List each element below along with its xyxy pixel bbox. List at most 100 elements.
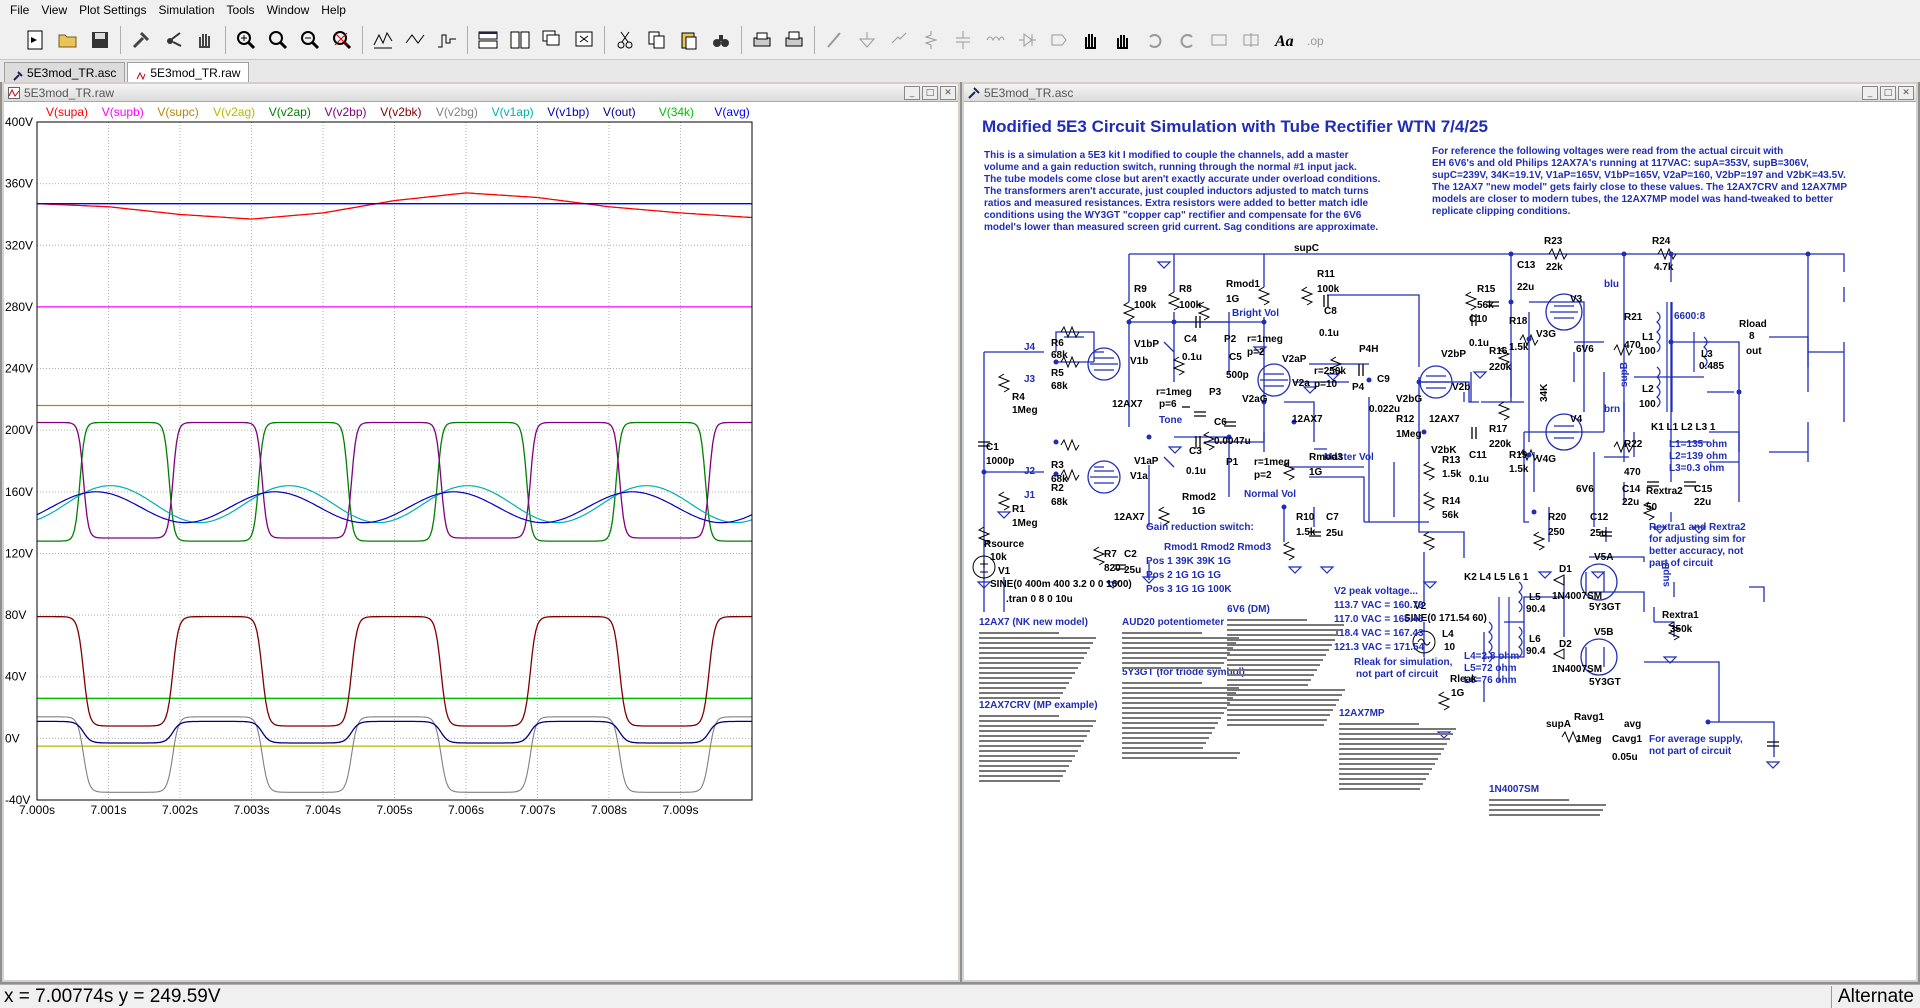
zoom-area-icon[interactable] [264, 26, 292, 54]
legend-entry[interactable]: V(supb) [102, 105, 144, 119]
inductor-icon[interactable] [981, 26, 1009, 54]
menu-plot-settings[interactable]: Plot Settings [73, 0, 152, 20]
cascade-icon[interactable] [538, 26, 566, 54]
menu-window[interactable]: Window [261, 0, 316, 20]
x-tick-label: 7.004s [305, 803, 341, 817]
svg-text:Pos 2 1G 1G 1G: Pos 2 1G 1G 1G [1146, 570, 1221, 581]
legend-entry[interactable]: V(v2bg) [436, 105, 478, 119]
model-text-line [1122, 727, 1215, 729]
find-icon[interactable] [707, 26, 735, 54]
tab-schematic-label: 5E3mod_TR.asc [27, 65, 117, 80]
waveform-window-titlebar[interactable]: 5E3mod_TR.raw _ □ ✕ [4, 84, 958, 102]
tile-horizontal-icon[interactable] [474, 26, 502, 54]
minimize-button[interactable]: _ [904, 85, 920, 100]
print-preview-icon[interactable] [780, 26, 808, 54]
legend-entry[interactable]: V(v2ag) [213, 105, 255, 119]
print-icon[interactable] [748, 26, 776, 54]
svg-text:12AX7 (NK new model): 12AX7 (NK new model) [979, 617, 1088, 628]
svg-text:.op: .op [1307, 34, 1324, 48]
svg-text:25u: 25u [1124, 565, 1141, 576]
svg-text:100k: 100k [1317, 284, 1340, 295]
svg-text:R7: R7 [1104, 549, 1117, 560]
cut-icon[interactable] [611, 26, 639, 54]
model-text-line [1227, 659, 1323, 661]
control-panel-icon[interactable] [127, 26, 155, 54]
legend-entry[interactable]: V(v2ap) [269, 105, 311, 119]
text-icon[interactable]: Aa [1269, 26, 1297, 54]
close-all-icon[interactable] [570, 26, 598, 54]
legend-entry[interactable]: V(v2bp) [325, 105, 367, 119]
component-icon[interactable] [1045, 26, 1073, 54]
svg-text:V2aG: V2aG [1242, 394, 1268, 405]
capacitor-icon[interactable] [949, 26, 977, 54]
y-tick-label: 40V [5, 670, 26, 684]
paste-icon[interactable] [675, 26, 703, 54]
zoom-out-icon[interactable] [296, 26, 324, 54]
model-text-line [979, 647, 1090, 649]
autorange-icon[interactable] [369, 26, 397, 54]
legend-entry[interactable]: V(v1bp) [547, 105, 589, 119]
legend-entry[interactable]: V(supc) [157, 105, 198, 119]
drag-hand-icon[interactable] [1109, 26, 1137, 54]
menu-tools[interactable]: Tools [221, 0, 261, 20]
rotate-icon[interactable] [1205, 26, 1233, 54]
schematic-canvas[interactable]: Modified 5E3 Circuit Simulation with Tub… [964, 102, 1916, 980]
menu-file[interactable]: File [4, 0, 35, 20]
save-button[interactable] [86, 26, 114, 54]
svg-text:for adjusting sim for: for adjusting sim for [1649, 534, 1746, 545]
svg-text:AUD20 potentiometer: AUD20 potentiometer [1122, 617, 1224, 628]
legend-entry[interactable]: V(avg) [714, 105, 749, 119]
legend-entry[interactable]: V(supa) [46, 105, 88, 119]
diode-icon[interactable] [1013, 26, 1041, 54]
tile-vertical-icon[interactable] [506, 26, 534, 54]
legend-entry[interactable]: V(v1ap) [492, 105, 534, 119]
svg-text:6V6: 6V6 [1576, 344, 1594, 355]
legend-entry[interactable]: V(v2bk) [380, 105, 421, 119]
minimize-button[interactable]: _ [1862, 85, 1878, 100]
maximize-button[interactable]: □ [922, 85, 938, 100]
mirror-icon[interactable] [1237, 26, 1265, 54]
svg-text:out: out [1746, 346, 1762, 357]
halt-hand-icon[interactable] [191, 26, 219, 54]
svg-text:L1: L1 [1642, 332, 1654, 343]
model-text-line [1122, 722, 1218, 724]
svg-text:V1bP: V1bP [1134, 339, 1159, 350]
pick-visible-traces-icon[interactable] [401, 26, 429, 54]
menu-view[interactable]: View [35, 0, 73, 20]
run-icon[interactable] [159, 26, 187, 54]
resistor-icon[interactable] [917, 26, 945, 54]
tab-waveform[interactable]: 5E3mod_TR.raw [127, 62, 250, 82]
menu-help[interactable]: Help [315, 0, 352, 20]
undo-icon[interactable] [1141, 26, 1169, 54]
y-tick-label: 280V [5, 300, 33, 314]
waveform-plot[interactable]: V(supa) V(supb) V(supc) V(v2ag) V(v2ap) V(v2b… [4, 102, 958, 980]
svg-text:22u: 22u [1517, 282, 1534, 293]
model-text-line [979, 730, 1090, 732]
zoom-in-icon[interactable] [232, 26, 260, 54]
spice-directive-icon[interactable]: .op [1301, 26, 1329, 54]
zoom-fit-icon[interactable] [328, 26, 356, 54]
close-button[interactable]: ✕ [940, 85, 956, 100]
ground-icon[interactable] [853, 26, 881, 54]
wire-icon[interactable] [821, 26, 849, 54]
schematic-window-titlebar[interactable]: 5E3mod_TR.asc _ □ ✕ [964, 84, 1916, 102]
svg-text:L1=135 ohm: L1=135 ohm [1669, 439, 1727, 450]
svg-text:Gain reduction switch:: Gain reduction switch: [1146, 522, 1254, 533]
close-button[interactable]: ✕ [1898, 85, 1914, 100]
svg-text:L3: L3 [1701, 349, 1713, 360]
legend-entry[interactable]: V(34k) [659, 105, 694, 119]
label-net-icon[interactable] [885, 26, 913, 54]
menu-simulation[interactable]: Simulation [153, 0, 221, 20]
tab-schematic[interactable]: 5E3mod_TR.asc [4, 62, 126, 82]
copy-icon[interactable] [643, 26, 671, 54]
move-hand-icon[interactable] [1077, 26, 1105, 54]
open-button[interactable] [54, 26, 82, 54]
legend-entry[interactable]: V(out) [603, 105, 636, 119]
fft-icon[interactable] [433, 26, 461, 54]
svg-text:V2 peak voltage...: V2 peak voltage... [1334, 586, 1418, 597]
maximize-button[interactable]: □ [1880, 85, 1896, 100]
svg-text:C2: C2 [1124, 549, 1137, 560]
redo-icon[interactable] [1173, 26, 1201, 54]
model-text-line [979, 775, 1063, 777]
new-schematic-button[interactable] [22, 26, 50, 54]
